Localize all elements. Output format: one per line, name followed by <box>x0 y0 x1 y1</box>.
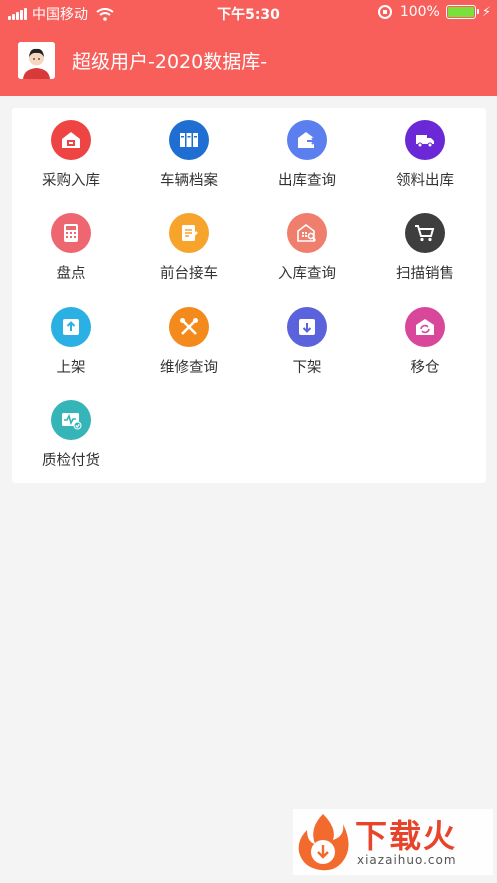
grid-item-quality-check[interactable]: 质检付货 <box>12 388 130 472</box>
inbound-query-icon <box>287 213 327 253</box>
watermark-logo: 下载火 xiazaihuo.com <box>293 809 493 875</box>
grid-item-label: 扫描销售 <box>396 266 454 282</box>
grid-item-label: 维修查询 <box>160 360 218 376</box>
battery-icon <box>445 5 479 19</box>
grid-item-inbound-query[interactable]: 入库查询 <box>248 201 366 285</box>
transfer-warehouse-icon <box>405 307 445 347</box>
grid-item-label: 下架 <box>292 360 322 376</box>
avatar[interactable] <box>18 42 55 79</box>
grid-item-shelve-up[interactable]: 上架 <box>12 295 130 379</box>
shelve-down-icon <box>287 307 327 347</box>
grid-item-label: 质检付货 <box>42 453 100 469</box>
purchase-warehouse-icon <box>51 120 91 160</box>
function-grid-panel: 采购入库 车辆档案 出库查询 领料出库 盘点 前台接车 入库查询 扫描销售 上架… <box>12 108 486 483</box>
battery-percent: 100% <box>399 4 440 20</box>
outbound-query-icon <box>287 120 327 160</box>
grid-item-repair-query[interactable]: 维修查询 <box>130 295 248 379</box>
grid-item-label: 前台接车 <box>160 266 218 282</box>
user-avatar-icon <box>18 42 55 79</box>
charging-icon: ⚡ <box>481 4 491 20</box>
grid-item-label: 上架 <box>56 360 86 376</box>
orientation-lock-icon <box>377 5 392 19</box>
watermark-url: xiazaihuo.com <box>357 853 457 867</box>
reception-note-icon <box>169 213 209 253</box>
scan-cart-icon <box>405 213 445 253</box>
grid-item-vehicle-file[interactable]: 车辆档案 <box>130 108 248 192</box>
grid-item-label: 领料出库 <box>396 173 454 189</box>
status-bar: 中国移动 下午5:30 100% ⚡ <box>0 0 497 26</box>
flame-logo-icon <box>298 814 349 871</box>
grid-item-label: 出库查询 <box>278 173 336 189</box>
watermark-brand: 下载火 <box>355 817 458 855</box>
grid-item-label: 车辆档案 <box>160 173 218 189</box>
grid-item-inventory[interactable]: 盘点 <box>12 201 130 285</box>
shelve-up-icon <box>51 307 91 347</box>
repair-tools-icon <box>169 307 209 347</box>
page-title: 超级用户-2020数据库- <box>72 51 268 73</box>
grid-item-front-desk-reception[interactable]: 前台接车 <box>130 201 248 285</box>
grid-item-purchase-inbound[interactable]: 采购入库 <box>12 108 130 192</box>
grid-item-material-outbound[interactable]: 领料出库 <box>366 108 484 192</box>
grid-item-transfer-warehouse[interactable]: 移仓 <box>366 295 484 379</box>
material-truck-icon <box>405 120 445 160</box>
vehicle-file-icon <box>169 120 209 160</box>
grid-item-outbound-query[interactable]: 出库查询 <box>248 108 366 192</box>
grid-item-scan-sale[interactable]: 扫描销售 <box>366 201 484 285</box>
quality-check-icon <box>51 400 91 440</box>
grid-item-label: 盘点 <box>56 266 86 282</box>
grid-item-label: 移仓 <box>410 360 440 376</box>
grid-item-shelve-down[interactable]: 下架 <box>248 295 366 379</box>
inventory-calculator-icon <box>51 213 91 253</box>
grid-item-label: 采购入库 <box>42 173 100 189</box>
grid-item-label: 入库查询 <box>278 266 336 282</box>
app-header: 中国移动 下午5:30 100% ⚡ 超级用户-2020数据库- <box>0 0 497 96</box>
